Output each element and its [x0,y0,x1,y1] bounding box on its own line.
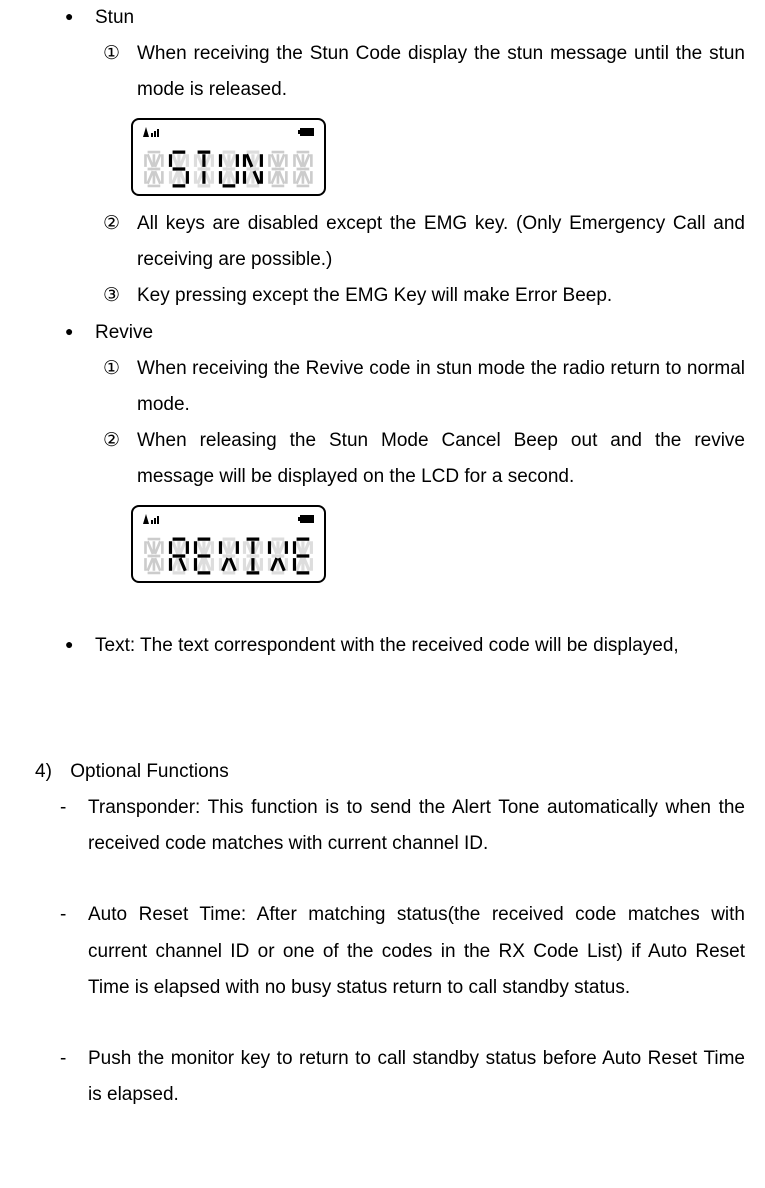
revive-bullet: Revive When receiving the Revive code in… [95,315,745,583]
section-4-item-2: Auto Reset Time: After matching status(t… [88,897,745,1005]
signal-icon [143,127,159,137]
section-4-item-1: Transponder: This function is to send th… [88,790,745,862]
section-4-item-3: Push the monitor key to return to call s… [88,1041,745,1113]
section-4-title: Optional Functions [70,761,228,782]
lcd-stun-text [143,150,314,188]
revive-item-1: When receiving the Revive code in stun m… [137,351,745,423]
section-4-heading: 4) Optional Functions [20,754,745,790]
stun-item-3: Key pressing except the EMG Key will mak… [137,278,745,314]
section-4-list: Transponder: This function is to send th… [20,790,745,1113]
revive-item-2: When releasing the Stun Mode Cancel Beep… [137,423,745,495]
section-4-num: 4) [35,754,65,790]
document-content: Stun When receiving the Stun Code displa… [20,0,745,583]
stun-bullet: Stun When receiving the Stun Code displa… [95,0,745,315]
signal-icon [143,514,159,524]
revive-label: Revive [95,322,153,343]
battery-icon [300,515,314,523]
lcd-revive-display [131,505,326,583]
revive-list: When receiving the Revive code in stun m… [95,351,745,495]
stun-list: When receiving the Stun Code display the… [95,36,745,108]
lcd-stun-display [131,118,326,196]
stun-item-1: When receiving the Stun Code display the… [137,36,745,108]
text-bullet-content: Text: The text correspondent with the re… [95,635,679,656]
stun-label: Stun [95,7,134,28]
battery-icon [300,128,314,136]
stun-list-cont: All keys are disabled except the EMG key… [95,206,745,314]
stun-item-2: All keys are disabled except the EMG key… [137,206,745,278]
lcd-revive-text [143,537,314,575]
text-bullet: Text: The text correspondent with the re… [95,628,745,664]
